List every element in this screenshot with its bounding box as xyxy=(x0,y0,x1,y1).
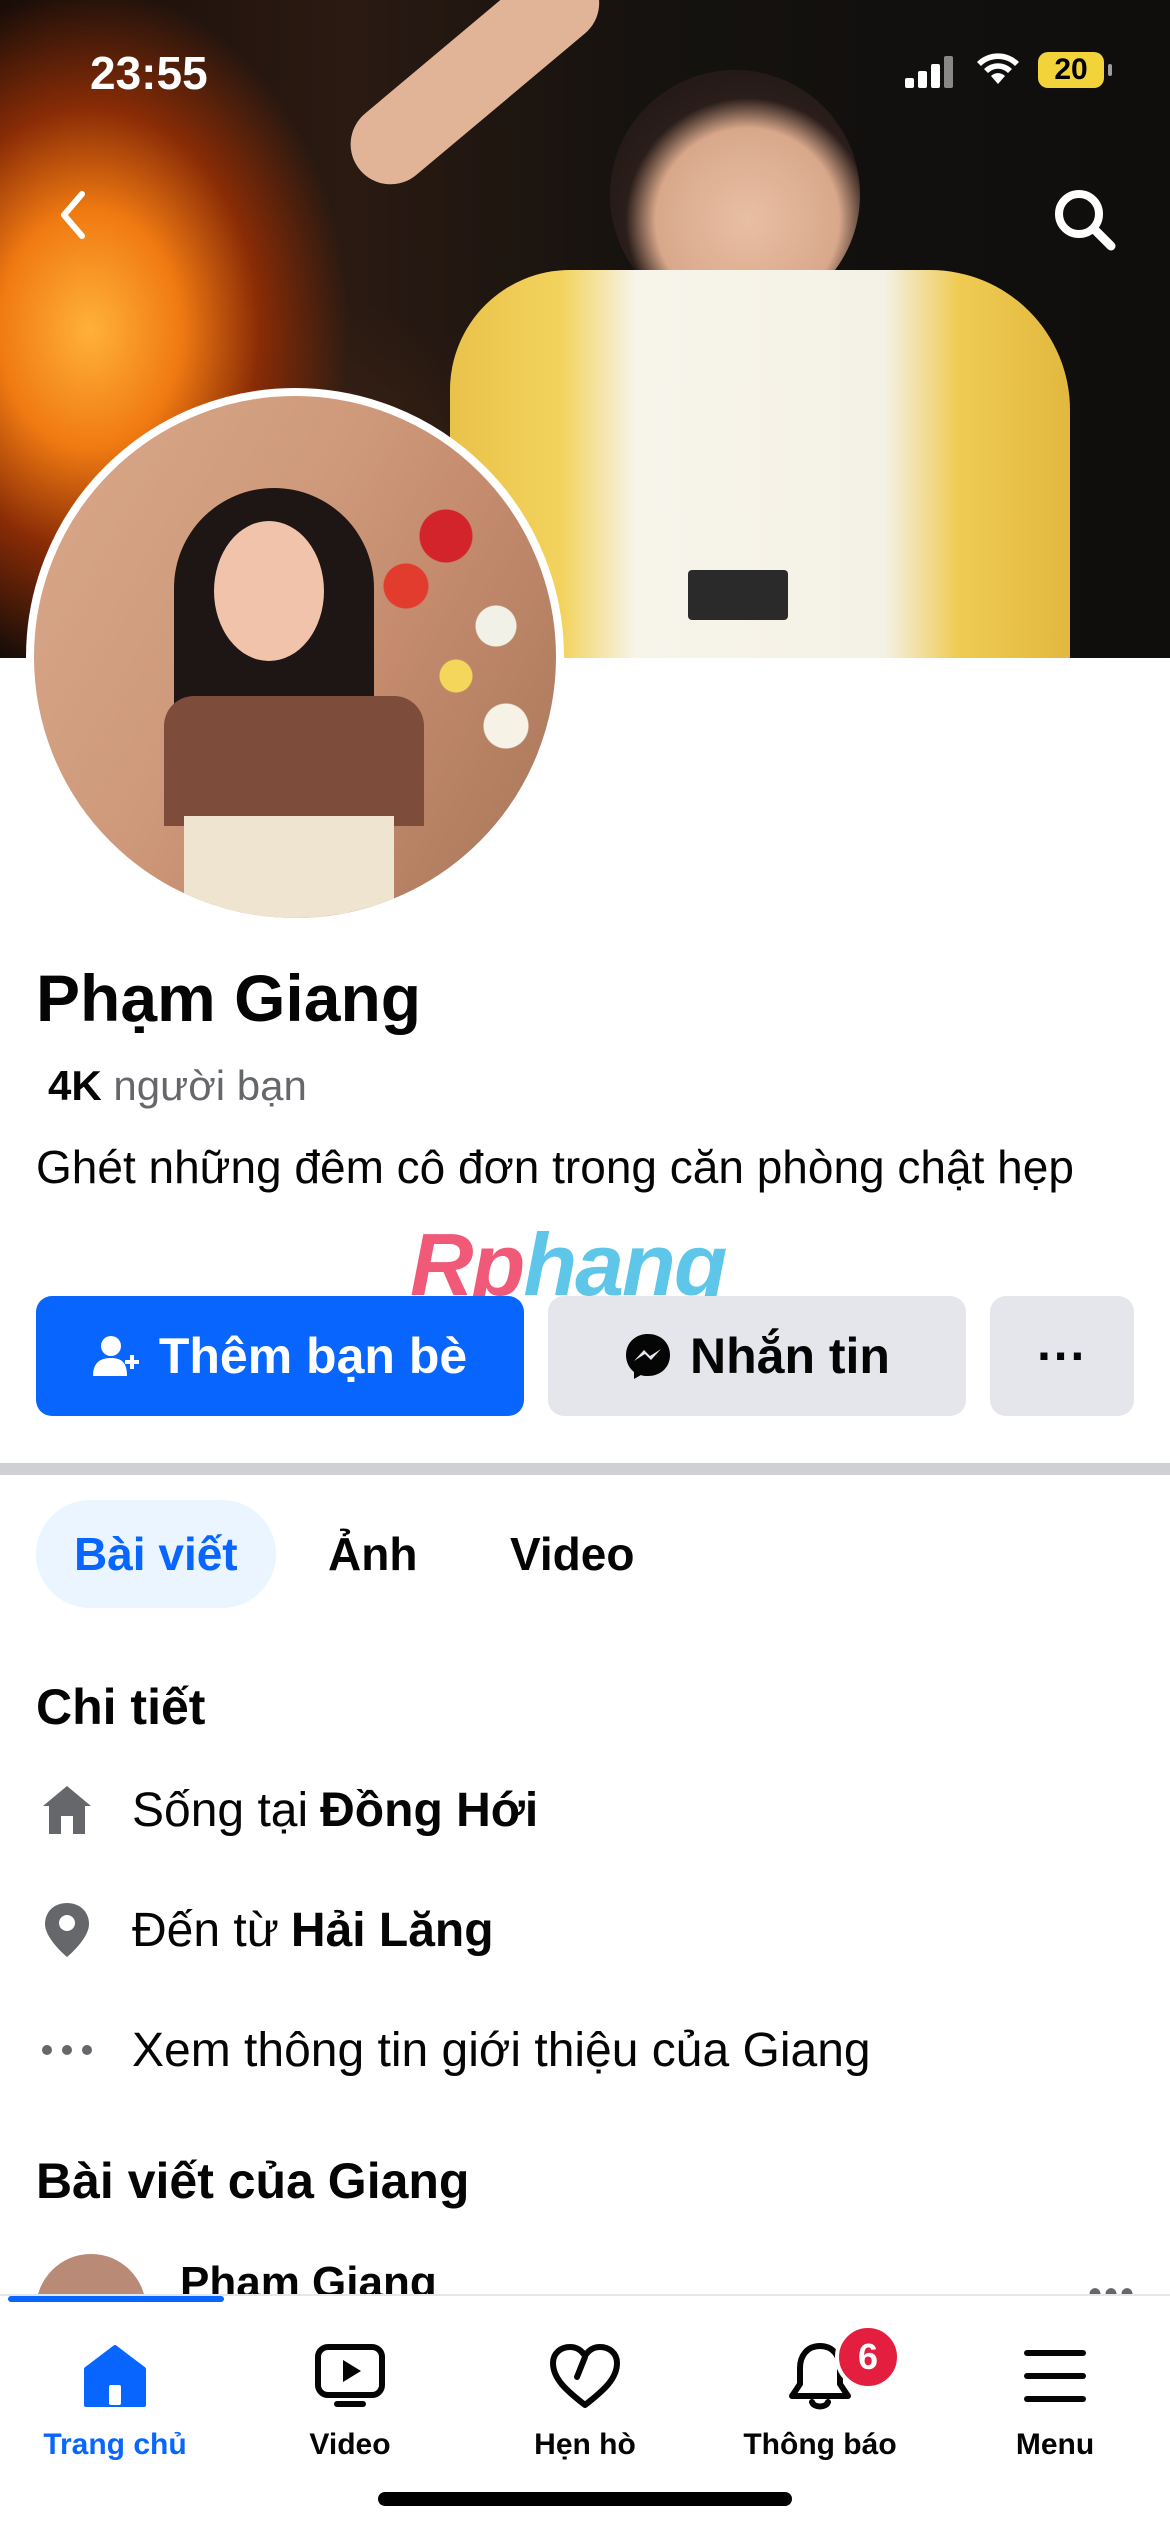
add-friend-icon xyxy=(92,1336,139,1376)
wifi-icon xyxy=(977,53,1019,84)
profile-name: Phạm Giang xyxy=(36,961,422,1035)
more-options-button[interactable]: ··· xyxy=(990,1296,1134,1416)
post-author-avatar[interactable] xyxy=(36,2254,146,2294)
nav-home-label: Trang chủ xyxy=(43,2428,187,2461)
heart-icon xyxy=(550,2344,620,2408)
friends-count[interactable]: 4K người bạn xyxy=(48,1062,307,1110)
avatar-flowers xyxy=(346,396,556,816)
menu-icon xyxy=(1024,2350,1086,2402)
avatar-face xyxy=(214,521,324,661)
nav-dating[interactable]: Hẹn hò xyxy=(470,2330,700,2462)
detail-lives-in[interactable]: Sống tại Đồng Hới xyxy=(36,1770,538,1850)
post-author-name[interactable]: Phạm Giang xyxy=(180,2258,437,2294)
detail-lives-in-prefix: Sống tại xyxy=(132,1783,309,1837)
location-pin-icon xyxy=(36,1899,98,1961)
detail-from[interactable]: Đến từ Hải Lăng xyxy=(36,1890,494,1970)
add-friend-button[interactable]: Thêm bạn bè xyxy=(36,1296,524,1416)
home-icon xyxy=(84,2345,146,2407)
nav-video[interactable]: Video xyxy=(235,2330,465,2462)
nav-video-label: Video xyxy=(309,2428,391,2461)
battery-indicator: 20 xyxy=(1038,52,1112,88)
back-arrow-icon[interactable] xyxy=(40,180,110,250)
video-icon xyxy=(315,2344,385,2407)
nav-notifications-label: Thông báo xyxy=(743,2428,897,2461)
posts-title: Bài viết của Giang xyxy=(36,2153,470,2209)
profile-bio: Ghét những đêm cô đơn trong căn phòng ch… xyxy=(36,1141,1074,1193)
cellular-signal-icon xyxy=(905,56,953,88)
message-label: Nhắn tin xyxy=(690,1328,890,1384)
details-title: Chi tiết xyxy=(36,1679,206,1735)
tab-photos[interactable]: Ảnh xyxy=(328,1500,417,1608)
detail-lives-in-value: Đồng Hới xyxy=(320,1783,539,1837)
house-icon xyxy=(36,1779,98,1841)
more-dots-icon xyxy=(36,2019,98,2081)
notification-badge: 6 xyxy=(835,2324,901,2390)
post-preview[interactable]: Phạm Giang ••• xyxy=(36,2254,1136,2294)
nav-notifications[interactable]: 6 Thông báo xyxy=(705,2324,935,2462)
friends-count-value: 4K xyxy=(48,1062,102,1109)
cover-shirt-label xyxy=(688,570,788,620)
status-bar: 23:55 20 xyxy=(0,0,1170,150)
nav-menu[interactable]: Menu xyxy=(940,2330,1170,2462)
section-divider xyxy=(0,1463,1170,1475)
detail-see-about[interactable]: Xem thông tin giới thiệu của Giang xyxy=(36,2010,871,2090)
add-friend-label: Thêm bạn bè xyxy=(158,1328,468,1384)
avatar-skirt xyxy=(184,816,394,918)
messenger-icon xyxy=(626,1334,670,1379)
post-options-icon[interactable]: ••• xyxy=(1088,2272,1136,2294)
message-button[interactable]: Nhắn tin xyxy=(548,1296,966,1416)
profile-avatar[interactable] xyxy=(26,388,564,926)
tab-posts[interactable]: Bài viết xyxy=(36,1500,276,1608)
nav-home[interactable]: Trang chủ xyxy=(0,2330,230,2462)
search-icon[interactable] xyxy=(1045,180,1125,260)
detail-see-about-label: Xem thông tin giới thiệu của Giang xyxy=(132,2023,871,2077)
more-options-icon: ··· xyxy=(1037,1328,1087,1384)
status-time: 23:55 xyxy=(90,47,208,99)
detail-from-value: Hải Lăng xyxy=(290,1903,494,1957)
nav-dating-label: Hẹn hò xyxy=(534,2428,636,2461)
nav-menu-label: Menu xyxy=(1015,2428,1095,2461)
tab-videos[interactable]: Video xyxy=(510,1500,634,1608)
home-indicator[interactable] xyxy=(378,2492,792,2506)
friends-count-label: người bạn xyxy=(113,1062,307,1109)
active-tab-indicator xyxy=(8,2296,224,2302)
detail-from-prefix: Đến từ xyxy=(132,1903,279,1957)
